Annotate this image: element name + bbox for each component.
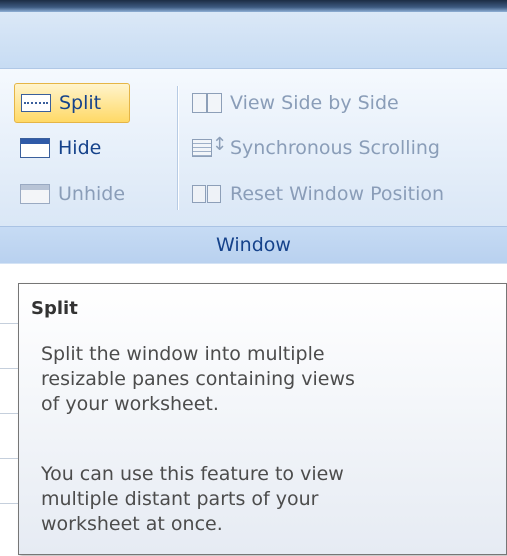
split-tooltip: Split Split the window into multiple res… — [18, 283, 507, 555]
view-side-by-side-button[interactable]: View Side by Side — [186, 83, 507, 123]
split-button[interactable]: Split — [14, 83, 130, 123]
title-bar-edge — [0, 0, 507, 12]
grid-line — [0, 458, 18, 459]
window-group-label: Window — [0, 226, 507, 263]
tooltip-paragraph-2: You can use this feature to view multipl… — [41, 463, 344, 535]
synchronous-scrolling-button[interactable]: Synchronous Scrolling — [186, 128, 507, 168]
worksheet-edge — [0, 268, 18, 556]
grid-line — [0, 503, 18, 504]
reset-window-position-button[interactable]: Reset Window Position — [186, 174, 507, 214]
split-window-icon — [21, 94, 51, 112]
side-by-side-icon — [192, 93, 222, 113]
grid-line — [0, 413, 18, 414]
hide-button[interactable]: Hide — [14, 128, 144, 168]
unhide-button-label: Unhide — [58, 183, 126, 205]
synchronous-scrolling-icon — [192, 134, 227, 158]
tooltip-title: Split — [31, 298, 78, 319]
reset-window-position-icon — [192, 184, 222, 204]
unhide-window-icon — [20, 184, 50, 204]
reset-window-position-label: Reset Window Position — [230, 183, 445, 205]
synchronous-scrolling-label: Synchronous Scrolling — [230, 137, 440, 159]
hide-button-label: Hide — [58, 137, 102, 159]
hide-window-icon — [20, 138, 50, 158]
ribbon-separator — [177, 86, 179, 210]
grid-line — [0, 368, 18, 369]
grid-line — [0, 323, 18, 324]
view-side-by-side-label: View Side by Side — [230, 92, 399, 114]
ribbon-tab-strip — [0, 12, 507, 68]
unhide-button[interactable]: Unhide — [14, 174, 174, 214]
split-button-label: Split — [59, 92, 102, 114]
tooltip-paragraph-1: Split the window into multiple resizable… — [41, 343, 355, 415]
